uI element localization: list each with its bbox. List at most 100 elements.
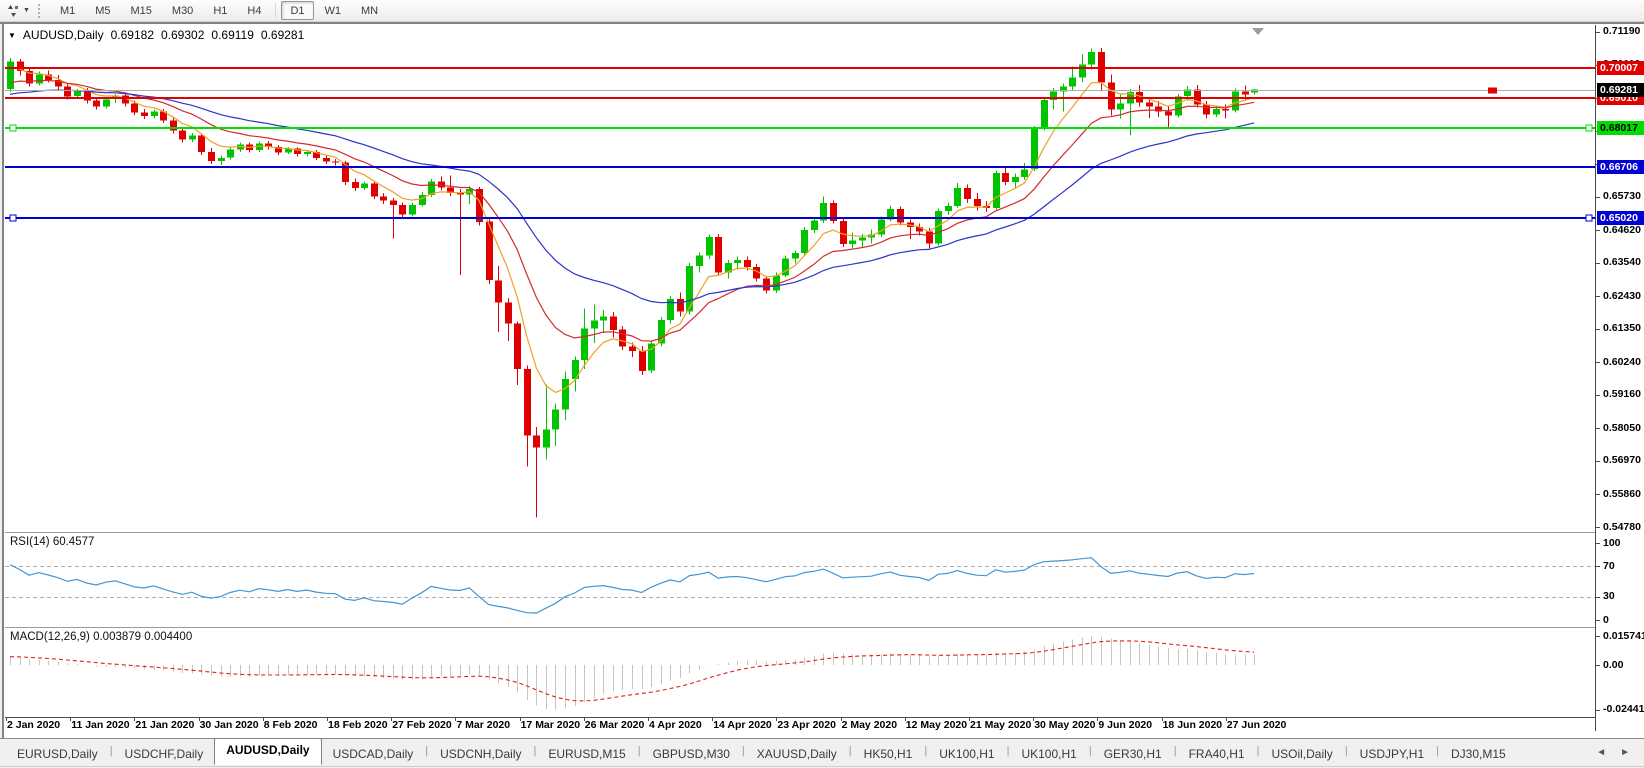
axis-tick — [1596, 395, 1600, 396]
price-level-badge-0.66706: 0.66706 — [1597, 160, 1644, 174]
axis-label: -0.024412 — [1603, 703, 1644, 716]
axis-label: 0.64620 — [1603, 224, 1641, 237]
axis-label: 0.54780 — [1603, 521, 1641, 534]
chart-tabs: EURUSD,Daily|USDCHF,DailyAUDUSD,DailyUSD… — [6, 738, 1517, 765]
tab-hk50-h1[interactable]: HK50,H1 — [853, 744, 924, 765]
toolbar-grip-handle[interactable] — [38, 4, 43, 18]
date-label: 21 Jan 2020 — [135, 719, 194, 731]
date-label: 7 Mar 2020 — [456, 719, 510, 731]
axis-label: 0.71190 — [1603, 25, 1640, 38]
tab-usdchf-daily[interactable]: USDCHF,Daily — [114, 744, 215, 765]
hline-handle[interactable] — [1586, 125, 1592, 131]
tab-scroll-right-button[interactable]: ► — [1620, 747, 1630, 758]
timeframe-button-m30[interactable]: M30 — [163, 1, 202, 20]
toolbar-separator — [275, 3, 276, 18]
date-label: 17 Mar 2020 — [521, 719, 581, 731]
tab-gbpusd-m30[interactable]: GBPUSD,M30 — [642, 744, 741, 765]
chart-shift-marker-icon[interactable] — [1252, 28, 1264, 35]
axis-tick — [1596, 636, 1600, 637]
date-label: 21 May 2020 — [970, 719, 1031, 731]
ma-slow-line — [10, 90, 1254, 303]
axis-label: 0.65730 — [1603, 190, 1641, 203]
axis-tick — [1596, 32, 1600, 33]
axis-tick — [1596, 494, 1600, 495]
axis-label: 0.55860 — [1603, 488, 1641, 501]
axis-tick — [1596, 461, 1600, 462]
axis-label: 0.62430 — [1603, 290, 1641, 303]
date-label: 30 Jan 2020 — [200, 719, 259, 731]
tab-usoil-daily[interactable]: USOil,Daily — [1260, 744, 1343, 765]
axis-label: 0.63540 — [1603, 256, 1641, 269]
timeframe-button-d1[interactable]: D1 — [281, 1, 313, 20]
axis-tick — [1596, 329, 1600, 330]
date-label: 9 Jun 2020 — [1098, 719, 1152, 731]
chart-canvas[interactable] — [5, 25, 1595, 731]
axis-tick — [1596, 296, 1600, 297]
date-label: 27 Feb 2020 — [392, 719, 452, 731]
axis-label: 0.58050 — [1603, 422, 1641, 435]
date-label: 14 Apr 2020 — [713, 719, 772, 731]
rsi-line — [10, 558, 1254, 613]
price-level-badge-0.65020: 0.65020 — [1597, 211, 1644, 225]
tab-eurusd-daily[interactable]: EURUSD,Daily — [6, 744, 109, 765]
axis-tick — [1596, 543, 1600, 544]
tab-eurusd-m15[interactable]: EURUSD,M15 — [537, 744, 636, 765]
axis-label: 0.56970 — [1603, 454, 1641, 467]
ohlc-low: 0.69119 — [211, 28, 254, 42]
tab-xauusd-daily[interactable]: XAUUSD,Daily — [746, 744, 848, 765]
timeframe-button-m5[interactable]: M5 — [86, 1, 119, 20]
axis-tick — [1596, 597, 1600, 598]
ma-medium-line — [10, 81, 1254, 342]
hline-handle[interactable] — [10, 215, 16, 221]
axis-label: 0.59160 — [1603, 388, 1641, 401]
axis-tick — [1596, 710, 1600, 711]
timeframe-button-h1[interactable]: H1 — [204, 1, 236, 20]
date-label: 27 Jun 2020 — [1227, 719, 1287, 731]
dropdown-caret-icon[interactable]: ▼ — [23, 7, 30, 14]
tab-uk100-h1[interactable]: UK100,H1 — [928, 744, 1005, 765]
timeframe-button-w1[interactable]: W1 — [316, 1, 351, 20]
axis-tick — [1596, 665, 1600, 666]
axis-tick — [1596, 362, 1600, 363]
timeframe-button-m15[interactable]: M15 — [122, 1, 161, 20]
price-level-badge-0.70007: 0.70007 — [1597, 61, 1644, 75]
price-axis[interactable]: 0.711900.701100.690000.679200.668100.657… — [1595, 25, 1644, 731]
tab-fra40-h1[interactable]: FRA40,H1 — [1178, 744, 1256, 765]
date-label: 11 Jan 2020 — [71, 719, 129, 731]
tab-ger30-h1[interactable]: GER30,H1 — [1093, 744, 1173, 765]
ohlc-open: 0.69182 — [111, 28, 154, 42]
ohlc-high: 0.69302 — [161, 28, 204, 42]
chart-title: ▼ AUDUSD,Daily 0.69182 0.69302 0.69119 0… — [8, 28, 304, 42]
tab-uk100-h1[interactable]: UK100,H1 — [1010, 744, 1087, 765]
axis-tick — [1596, 197, 1600, 198]
hline-handle[interactable] — [1586, 215, 1592, 221]
date-label: 23 Apr 2020 — [777, 719, 836, 731]
chart-tool-icon[interactable] — [4, 3, 22, 19]
timeframe-button-m1[interactable]: M1 — [51, 1, 84, 20]
date-label: 4 Apr 2020 — [649, 719, 702, 731]
axis-tick — [1596, 428, 1600, 429]
tab-scroll-left-button[interactable]: ◄ — [1596, 747, 1606, 758]
timeframe-button-mn[interactable]: MN — [352, 1, 387, 20]
axis-label: 30 — [1603, 590, 1615, 603]
tab-usdcnh-daily[interactable]: USDCNH,Daily — [429, 744, 532, 765]
tab-dj30-m15[interactable]: DJ30,M15 — [1440, 744, 1517, 765]
chart-tab-bar: EURUSD,Daily|USDCHF,DailyAUDUSD,DailyUSD… — [0, 739, 1644, 767]
date-label: 8 Feb 2020 — [264, 719, 318, 731]
axis-label: 70 — [1603, 560, 1615, 573]
axis-label: 0.00 — [1603, 659, 1623, 672]
tab-usdcad-daily[interactable]: USDCAD,Daily — [322, 744, 425, 765]
axis-tick — [1596, 566, 1600, 567]
ohlc-close: 0.69281 — [261, 28, 304, 42]
hline-handle[interactable] — [10, 125, 16, 131]
axis-tick — [1596, 230, 1600, 231]
axis-tick — [1596, 527, 1600, 528]
timeframe-button-h4[interactable]: H4 — [238, 1, 270, 20]
axis-label: 0.61350 — [1603, 322, 1641, 335]
axis-label: 0.015741 — [1603, 630, 1644, 643]
price-arrow-marker[interactable] — [1488, 88, 1497, 94]
tab-audusd-daily[interactable]: AUDUSD,Daily — [214, 738, 321, 765]
chart-title-caret-icon[interactable]: ▼ — [8, 31, 16, 40]
tab-usdjpy-h1[interactable]: USDJPY,H1 — [1349, 744, 1435, 765]
date-label: 26 Mar 2020 — [585, 719, 645, 731]
